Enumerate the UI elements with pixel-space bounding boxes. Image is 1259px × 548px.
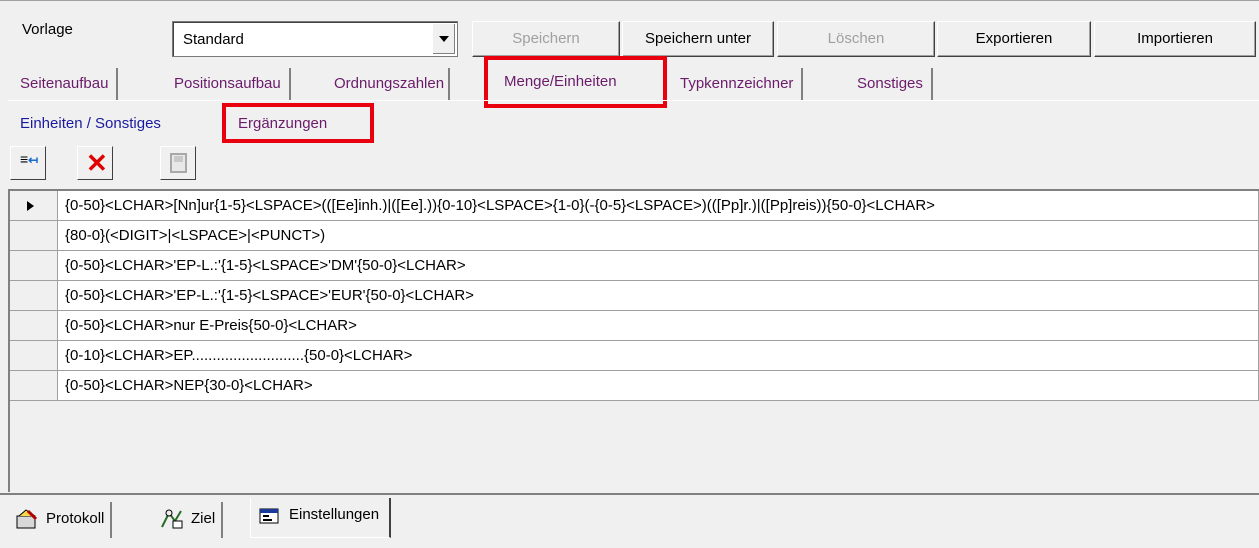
import-button[interactable]: Importieren [1094, 21, 1256, 57]
delete-button[interactable]: Löschen [777, 21, 935, 57]
tab-einstellungen[interactable]: Einstellungen [250, 498, 392, 538]
row-indicator[interactable] [10, 221, 58, 251]
table-cell[interactable]: {0-10}<LCHAR>EP.........................… [58, 341, 1259, 371]
table-row[interactable]: {0-10}<LCHAR>EP.........................… [10, 341, 1259, 371]
close-icon: ✕ [86, 148, 108, 178]
export-button[interactable]: Exportieren [937, 21, 1091, 57]
row-indicator[interactable] [10, 311, 58, 341]
insert-row-button[interactable]: ≡↤ [10, 146, 46, 180]
save-as-button[interactable]: Speichern unter [622, 21, 774, 57]
table-row[interactable]: {0-50}<LCHAR>NEP{30-0}<LCHAR> [10, 371, 1259, 401]
chevron-down-icon[interactable] [432, 24, 455, 54]
delete-row-button[interactable]: ✕ [77, 146, 113, 180]
row-indicator[interactable] [10, 281, 58, 311]
table-cell[interactable]: {80-0}(<DIGIT>|<LSPACE>|<PUNCT>) [58, 221, 1259, 251]
tab-sonstiges[interactable]: Sonstiges [857, 68, 933, 100]
current-row-icon [27, 201, 34, 211]
insert-row-icon: ≡↤ [20, 151, 39, 167]
table-cell[interactable]: {0-50}<LCHAR>'EP-L.:'{1-5}<LSPACE>'EUR'{… [58, 281, 1259, 311]
row-indicator[interactable] [10, 251, 58, 281]
table-cell[interactable]: {0-50}<LCHAR>[Nn]ur{1-5}<LSPACE>(([Ee]in… [58, 191, 1259, 221]
subtab-ergaenzungen[interactable]: Ergänzungen [238, 111, 327, 137]
table-row[interactable]: {0-50}<LCHAR>[Nn]ur{1-5}<LSPACE>(([Ee]in… [10, 191, 1259, 221]
table-row[interactable]: {0-50}<LCHAR>'EP-L.:'{1-5}<LSPACE>'EUR'{… [10, 281, 1259, 311]
tab-strip-divider [8, 100, 1259, 104]
tab-einstellungen-label: Einstellungen [289, 506, 380, 523]
rules-grid[interactable]: {0-50}<LCHAR>[Nn]ur{1-5}<LSPACE>(([Ee]in… [8, 189, 1259, 492]
template-label: Vorlage [22, 21, 73, 38]
save-button[interactable]: Speichern [472, 21, 620, 57]
tab-protokoll[interactable]: Protokoll [14, 502, 113, 538]
table-cell[interactable]: {0-50}<LCHAR>NEP{30-0}<LCHAR> [58, 371, 1259, 401]
subtab-einheiten-sonstiges[interactable]: Einheiten / Sonstiges [20, 111, 161, 137]
tab-ordnungszahlen[interactable]: Ordnungszahlen [334, 68, 451, 100]
row-indicator[interactable] [10, 341, 58, 371]
tab-seitenaufbau[interactable]: Seitenaufbau [20, 68, 119, 100]
table-cell[interactable]: {0-50}<LCHAR>'EP-L.:'{1-5}<LSPACE>'DM'{5… [58, 251, 1259, 281]
tab-ziel[interactable]: Ziel [159, 502, 224, 538]
tab-positionsaufbau[interactable]: Positionsaufbau [174, 68, 291, 100]
target-icon [159, 507, 185, 531]
protocol-icon [14, 507, 40, 531]
bottom-divider [0, 493, 1259, 495]
template-select-value: Standard [183, 31, 244, 48]
row-indicator[interactable] [10, 191, 58, 221]
table-row[interactable]: {0-50}<LCHAR>'EP-L.:'{1-5}<LSPACE>'DM'{5… [10, 251, 1259, 281]
table-row[interactable]: {0-50}<LCHAR>nur E-Preis{50-0}<LCHAR> [10, 311, 1259, 341]
window-top-border [0, 0, 1259, 6]
tab-protokoll-label: Protokoll [46, 510, 105, 527]
save-row-button[interactable] [160, 146, 196, 180]
tab-typkennzeichner[interactable]: Typkennzeichner [680, 68, 804, 100]
table-row[interactable]: {80-0}(<DIGIT>|<LSPACE>|<PUNCT>) [10, 221, 1259, 251]
save-disk-icon [170, 153, 187, 173]
tab-ziel-label: Ziel [191, 510, 216, 527]
row-indicator[interactable] [10, 371, 58, 401]
template-select[interactable]: Standard [172, 21, 458, 57]
settings-icon [257, 503, 283, 527]
table-cell[interactable]: {0-50}<LCHAR>nur E-Preis{50-0}<LCHAR> [58, 311, 1259, 341]
